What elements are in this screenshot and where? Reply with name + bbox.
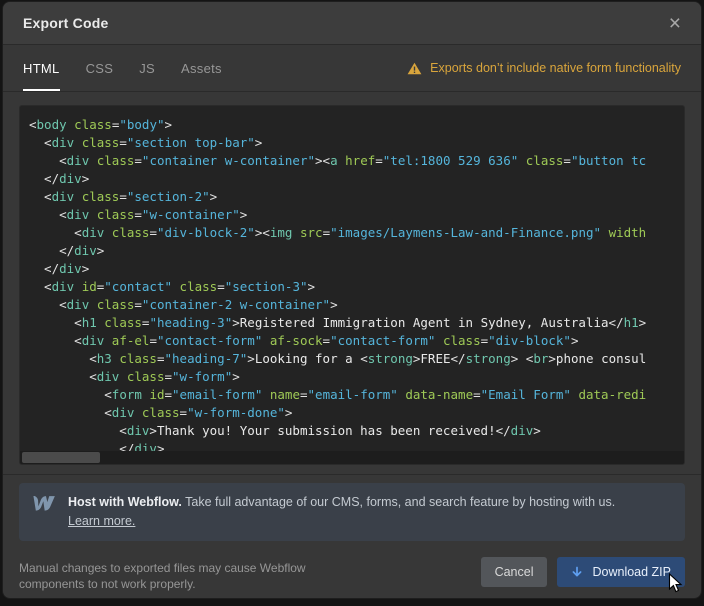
code-line: <div class="container-2 w-container">: [29, 296, 684, 314]
code-line: </div>: [29, 260, 684, 278]
banner-section: Host with Webflow. Take full advantage o…: [3, 474, 701, 549]
footer-note: Manual changes to exported files may cau…: [19, 557, 306, 592]
code-line: <div class="section-2">: [29, 188, 684, 206]
footer-note-line1: Manual changes to exported files may cau…: [19, 560, 306, 576]
download-button-label: Download ZIP: [592, 565, 671, 579]
tab-css[interactable]: CSS: [86, 45, 114, 91]
footer-note-line2: components to not work properly.: [19, 576, 306, 592]
scrollbar-thumb[interactable]: [22, 452, 100, 463]
horizontal-scrollbar[interactable]: [20, 451, 684, 464]
code-line: </div>: [29, 242, 684, 260]
banner-text: Host with Webflow. Take full advantage o…: [68, 493, 615, 531]
code-line: <div af-el="contact-form" af-sock="conta…: [29, 332, 684, 350]
code-line: <div id="contact" class="section-3">: [29, 278, 684, 296]
code-line: <div>Thank you! Your submission has been…: [29, 422, 684, 440]
tab-js[interactable]: JS: [139, 45, 155, 91]
code-editor[interactable]: <body class="body"> <div class="section …: [19, 105, 685, 465]
warning-triangle-icon: [407, 62, 422, 75]
code-line: <div class="w-container">: [29, 206, 684, 224]
banner-bold-text: Host with Webflow.: [68, 495, 182, 509]
warning-text: Exports don’t include native form functi…: [430, 61, 681, 75]
code-line: <div class="w-form-done">: [29, 404, 684, 422]
code-line: <div class="section top-bar">: [29, 134, 684, 152]
modal-footer: Manual changes to exported files may cau…: [3, 549, 701, 592]
code-line: <form id="email-form" name="email-form" …: [29, 386, 684, 404]
code-line: </div>: [29, 170, 684, 188]
tab-assets[interactable]: Assets: [181, 45, 222, 91]
close-icon[interactable]: ×: [669, 13, 681, 34]
cancel-button[interactable]: Cancel: [481, 557, 548, 587]
host-with-webflow-banner: Host with Webflow. Take full advantage o…: [19, 483, 685, 541]
modal-header: Export Code ×: [3, 2, 701, 45]
mouse-cursor: [668, 573, 683, 594]
code-content: <body class="body"> <div class="section …: [20, 106, 684, 458]
code-line: <div class="w-form">: [29, 368, 684, 386]
export-code-modal: Export Code × HTML CSS JS Assets Exports do…: [3, 2, 701, 598]
modal-title: Export Code: [23, 15, 108, 31]
banner-body-text: Take full advantage of our CMS, forms, a…: [185, 495, 615, 509]
code-line: <body class="body">: [29, 116, 684, 134]
learn-more-link[interactable]: Learn more.: [68, 514, 135, 528]
download-zip-button[interactable]: Download ZIP: [557, 557, 685, 587]
download-icon: [571, 566, 583, 579]
webflow-logo-icon: [33, 496, 55, 516]
footer-buttons: Cancel Download ZIP: [481, 557, 685, 587]
code-line: <div class="container w-container"><a hr…: [29, 152, 684, 170]
code-line: <div class="div-block-2"><img src="image…: [29, 224, 684, 242]
form-warning: Exports don’t include native form functi…: [407, 45, 681, 91]
tab-row: HTML CSS JS Assets Exports don’t include na…: [3, 45, 701, 92]
tab-html[interactable]: HTML: [23, 45, 60, 91]
code-line: <h3 class="heading-7">Looking for a <str…: [29, 350, 684, 368]
code-line: <h1 class="heading-3">Registered Immigra…: [29, 314, 684, 332]
tab-list: HTML CSS JS Assets: [23, 45, 222, 91]
